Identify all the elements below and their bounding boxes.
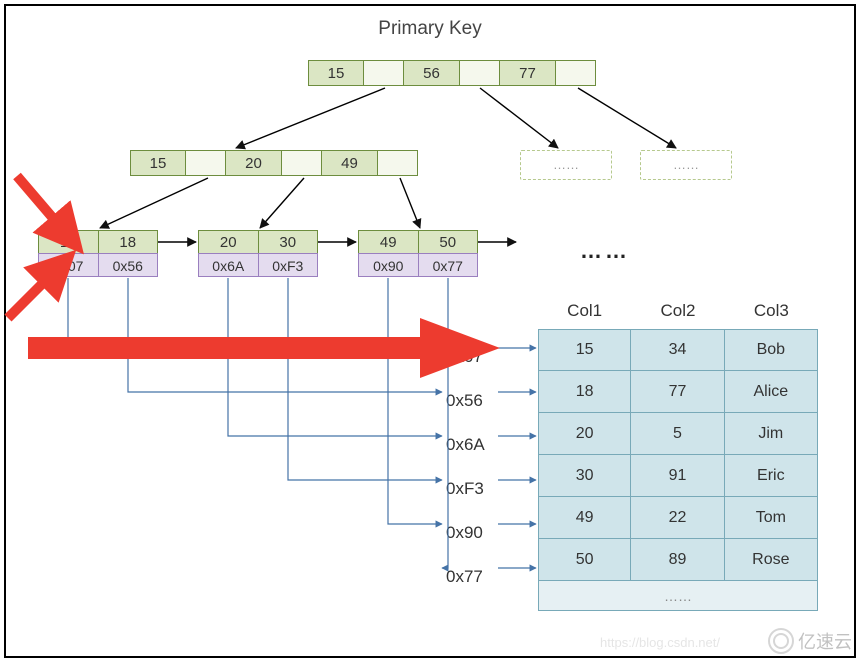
- addr-label: 0x07: [446, 335, 485, 379]
- root-ptr: [364, 60, 404, 86]
- leaf-key: 30: [259, 230, 319, 254]
- table-row: 5089Rose: [538, 539, 818, 581]
- addr-label: 0x90: [446, 511, 485, 555]
- root-ptr: [556, 60, 596, 86]
- leaf-addr: 0x07: [38, 253, 99, 277]
- leaf-key: 20: [198, 230, 259, 254]
- ghost-node: ……: [520, 150, 612, 180]
- leaf-key: 18: [99, 230, 159, 254]
- leaf-key: 50: [419, 230, 479, 254]
- inner-ptr: [186, 150, 226, 176]
- leaf-node: 49 50 0x90 0x77: [358, 230, 478, 277]
- addr-label: 0x6A: [446, 423, 485, 467]
- ghost-node: ……: [640, 150, 732, 180]
- watermark-logo-icon: [768, 628, 794, 654]
- col-header: Col2: [631, 295, 724, 329]
- table-row: 1534Bob: [538, 329, 818, 371]
- leaf-addr: 0xF3: [259, 253, 319, 277]
- leaf-addr: 0x6A: [198, 253, 259, 277]
- addr-label: 0x56: [446, 379, 485, 423]
- col-header: Col3: [725, 295, 818, 329]
- col-header: Col1: [538, 295, 631, 329]
- leaf-dots: ……: [580, 238, 630, 264]
- watermark: 亿速云: [768, 628, 852, 654]
- addr-list: 0x07 0x56 0x6A 0xF3 0x90 0x77: [446, 335, 485, 599]
- watermark-url: https://blog.csdn.net/: [600, 635, 720, 650]
- table-row: 1877Alice: [538, 371, 818, 413]
- root-key: 56: [404, 60, 460, 86]
- inner-key: 15: [130, 150, 186, 176]
- watermark-text: 亿速云: [798, 628, 852, 654]
- leaf-addr: 0x90: [358, 253, 419, 277]
- table-row: 205Jim: [538, 413, 818, 455]
- addr-label: 0x77: [446, 555, 485, 599]
- leaf-node: 20 30 0x6A 0xF3: [198, 230, 318, 277]
- root-ptr: [460, 60, 500, 86]
- inner-node: 15 20 49: [130, 150, 418, 176]
- root-key: 15: [308, 60, 364, 86]
- data-table: Col1 Col2 Col3 1534Bob 1877Alice 205Jim …: [538, 295, 818, 611]
- root-node: 15 56 77: [308, 60, 596, 86]
- leaf-key: 49: [358, 230, 419, 254]
- table-more-row: ……: [538, 581, 818, 611]
- leaf-addr: 0x77: [419, 253, 479, 277]
- inner-key: 49: [322, 150, 378, 176]
- leaf-key: 15: [38, 230, 99, 254]
- table-row: 3091Eric: [538, 455, 818, 497]
- inner-key: 20: [226, 150, 282, 176]
- diagram-title: Primary Key: [0, 18, 860, 40]
- leaf-node: 15 18 0x07 0x56: [38, 230, 158, 277]
- addr-label: 0xF3: [446, 467, 485, 511]
- root-key: 77: [500, 60, 556, 86]
- inner-ptr: [378, 150, 418, 176]
- table-row: 4922Tom: [538, 497, 818, 539]
- inner-ptr: [282, 150, 322, 176]
- leaf-addr: 0x56: [99, 253, 159, 277]
